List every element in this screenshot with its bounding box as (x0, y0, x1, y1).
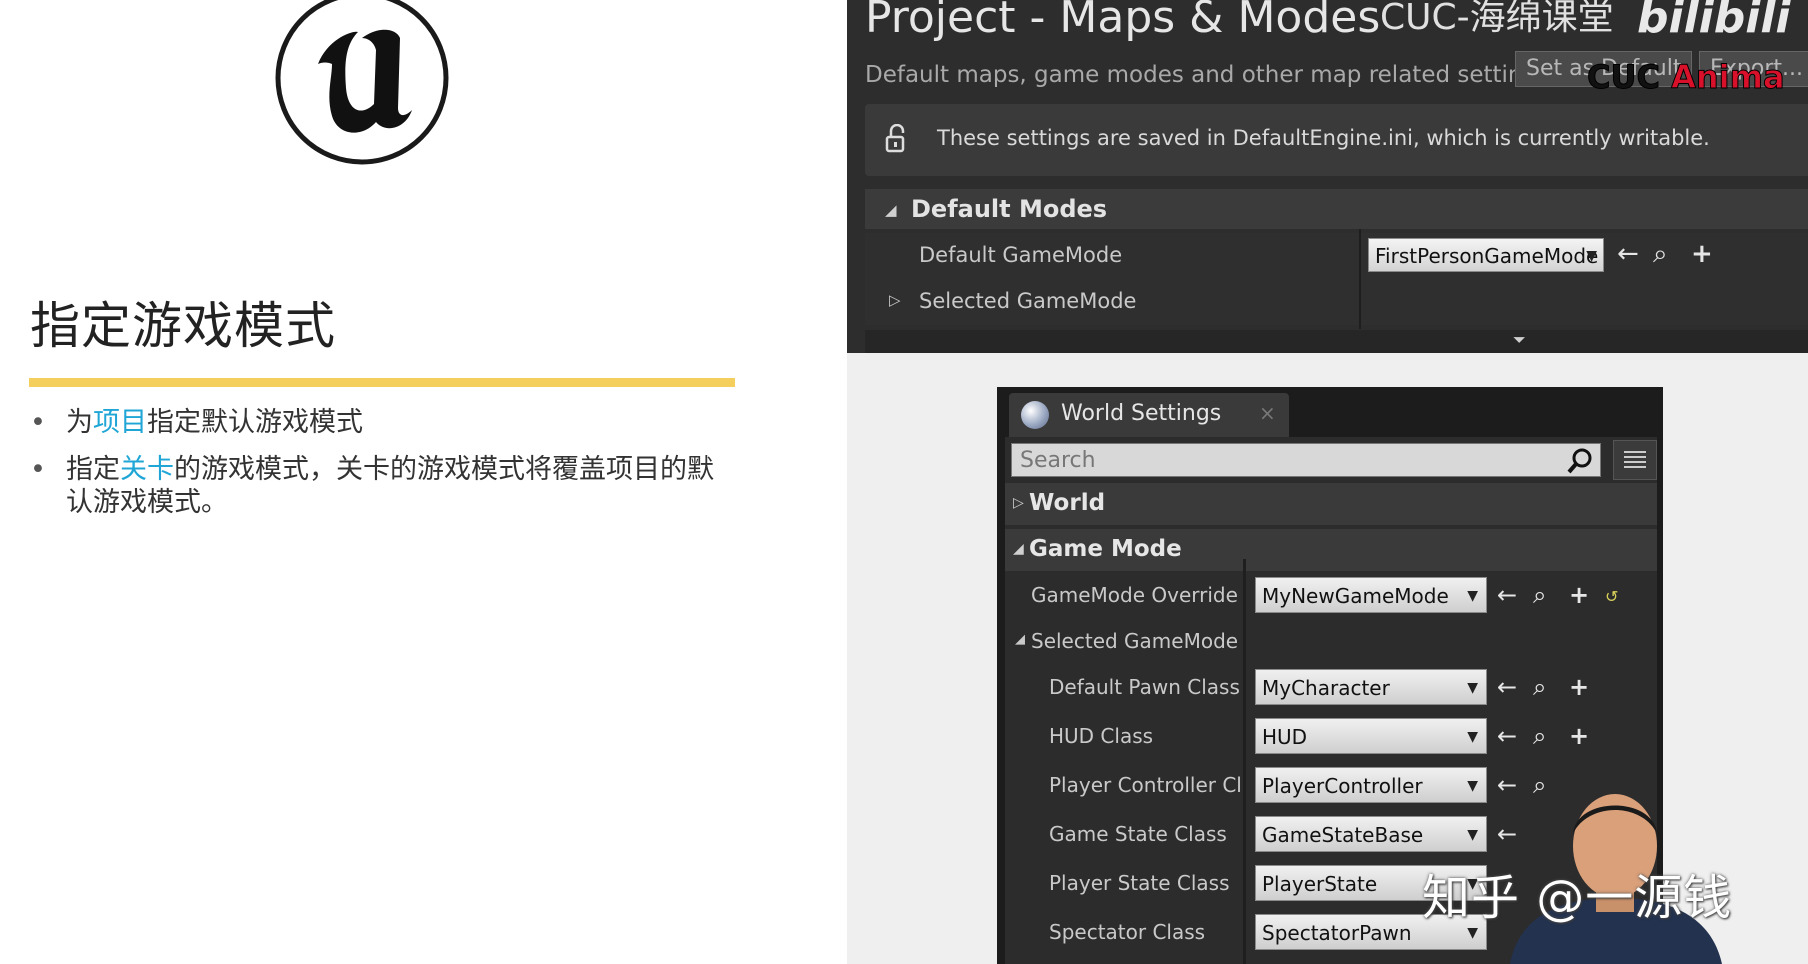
cuc-anima-watermark: CUC Anima (1587, 58, 1786, 97)
search-placeholder: Search (1020, 448, 1096, 473)
dropdown-arrow-icon: ▼ (1586, 248, 1597, 264)
add-icon[interactable]: + (1569, 724, 1589, 748)
dropdown-arrow-icon: ▼ (1467, 680, 1478, 696)
bullet-text: 为 (66, 407, 93, 438)
highlight-level: 关卡 (120, 454, 174, 485)
property-label: Spectator Class (1049, 920, 1206, 944)
unlock-icon (885, 124, 905, 153)
game-state-class-combo[interactable]: GameStateBase ▼ (1255, 816, 1487, 852)
bilibili-logo: bilibili (1637, 0, 1791, 43)
collapse-triangle-icon: ◢ (1015, 632, 1025, 647)
add-icon[interactable]: + (1691, 241, 1713, 267)
selected-gamemode-row[interactable]: ◢ Selected GameMode (1005, 617, 1657, 665)
combo-value: PlayerState (1262, 872, 1378, 896)
config-info-bar: These settings are saved in DefaultEngin… (865, 104, 1808, 176)
combo-value: MyCharacter (1262, 676, 1390, 700)
combo-value: PlayerController (1262, 774, 1423, 798)
bullet-item: • 指定关卡的游戏模式，关卡的游戏模式将覆盖项目的默认游戏模式。 (30, 453, 730, 519)
use-selected-arrow-icon[interactable]: ← (1617, 241, 1639, 267)
zhihu-watermark: 知乎 @一源钱 (1422, 870, 1733, 926)
property-label: Default GameMode (919, 243, 1123, 267)
browse-icon[interactable]: ⌕ (1653, 241, 1668, 267)
world-category[interactable]: ▷ World (1005, 483, 1657, 525)
column-divider (1359, 229, 1361, 329)
anima-text-anima: Anima (1671, 58, 1785, 97)
dropdown-arrow-icon: ▼ (1467, 778, 1478, 794)
combo-value: MyNewGameMode (1262, 584, 1449, 608)
property-label: Default Pawn Class (1049, 675, 1240, 699)
close-tab-icon[interactable]: × (1259, 401, 1276, 425)
game-mode-category[interactable]: ◢ Game Mode (1005, 529, 1657, 571)
section-label: Default Modes (911, 195, 1108, 223)
hud-class-combo[interactable]: HUD ▼ (1255, 718, 1487, 754)
property-label: GameMode Override (1031, 583, 1238, 607)
gamemode-override-combo[interactable]: MyNewGameMode ▼ (1255, 577, 1487, 613)
add-icon[interactable]: + (1569, 675, 1589, 699)
browse-icon[interactable]: ⌕ (1533, 583, 1546, 607)
expand-chevron-icon: ⏷ (1513, 330, 1526, 349)
search-icon[interactable] (1566, 447, 1594, 475)
combo-value: GameStateBase (1262, 823, 1424, 847)
property-label: Game State Class (1049, 822, 1227, 846)
player-controller-class-combo[interactable]: PlayerController ▼ (1255, 767, 1487, 803)
config-info-text: These settings are saved in DefaultEngin… (937, 126, 1710, 150)
unreal-engine-logo (275, 0, 449, 165)
highlight-project: 项目 (93, 407, 147, 438)
combo-value: SpectatorPawn (1262, 921, 1412, 945)
bullet-list: • 为项目指定默认游戏模式 • 指定关卡的游戏模式，关卡的游戏模式将覆盖项目的默… (30, 406, 730, 533)
search-input[interactable]: Search (1011, 443, 1601, 477)
view-options-button[interactable] (1613, 440, 1657, 480)
title-underline (29, 378, 735, 387)
default-modes-section[interactable]: ◢ Default Modes (865, 189, 1808, 229)
advanced-expander[interactable]: ⏷ (865, 330, 1808, 353)
default-gamemode-combo[interactable]: FirstPersonGameMode ▼ (1368, 238, 1604, 272)
project-settings-subtitle: Default maps, game modes and other map r… (865, 62, 1557, 88)
add-icon[interactable]: + (1569, 583, 1589, 607)
anima-text-cuc: CUC (1587, 58, 1661, 97)
bullet-dot: • (30, 454, 46, 485)
use-selected-arrow-icon[interactable]: ← (1497, 724, 1517, 748)
collapse-triangle-icon: ◢ (1013, 541, 1024, 557)
property-label: Selected GameMode (919, 289, 1137, 313)
dropdown-arrow-icon: ▼ (1467, 588, 1478, 604)
property-label: Selected GameMode (1031, 629, 1239, 653)
combo-value: HUD (1262, 725, 1308, 749)
selected-gamemode-row[interactable]: ▷ Selected GameMode (865, 279, 1808, 325)
expand-triangle-icon[interactable]: ▷ (889, 291, 901, 309)
use-selected-arrow-icon[interactable]: ← (1497, 675, 1517, 699)
browse-icon[interactable]: ⌕ (1533, 724, 1546, 748)
default-pawn-class-combo[interactable]: MyCharacter ▼ (1255, 669, 1487, 705)
expand-triangle-icon: ▷ (1013, 495, 1024, 511)
bullet-item: • 为项目指定默认游戏模式 (30, 406, 730, 439)
bullet-text: 指定 (66, 454, 120, 485)
project-settings-title: Project - Maps & Modes (865, 0, 1381, 43)
slide-title: 指定游戏模式 (30, 297, 336, 355)
list-view-icon (1624, 451, 1646, 469)
category-label: World (1029, 490, 1106, 516)
world-settings-tab[interactable]: World Settings × (1009, 393, 1289, 437)
project-settings-panel: Project - Maps & Modes CUC-海绵课堂 bilibili… (847, 0, 1808, 353)
dropdown-arrow-icon: ▼ (1467, 827, 1478, 843)
combo-value: FirstPersonGameMode (1375, 244, 1599, 268)
reset-to-default-icon[interactable]: ↺ (1605, 587, 1618, 606)
dropdown-arrow-icon: ▼ (1467, 729, 1478, 745)
property-label: Player State Class (1049, 871, 1230, 895)
cuc-watermark: CUC-海绵课堂 (1380, 0, 1614, 38)
bullet-text: 指定默认游戏模式 (147, 407, 363, 438)
browse-icon[interactable]: ⌕ (1533, 675, 1546, 699)
globe-icon (1021, 401, 1049, 429)
property-label: Player Controller Cla (1049, 773, 1241, 797)
property-label: HUD Class (1049, 724, 1154, 748)
use-selected-arrow-icon[interactable]: ← (1497, 583, 1517, 607)
collapse-triangle-icon: ◢ (885, 201, 897, 219)
bullet-dot: • (30, 407, 46, 438)
category-label: Game Mode (1029, 536, 1182, 562)
tab-title: World Settings (1061, 401, 1222, 426)
